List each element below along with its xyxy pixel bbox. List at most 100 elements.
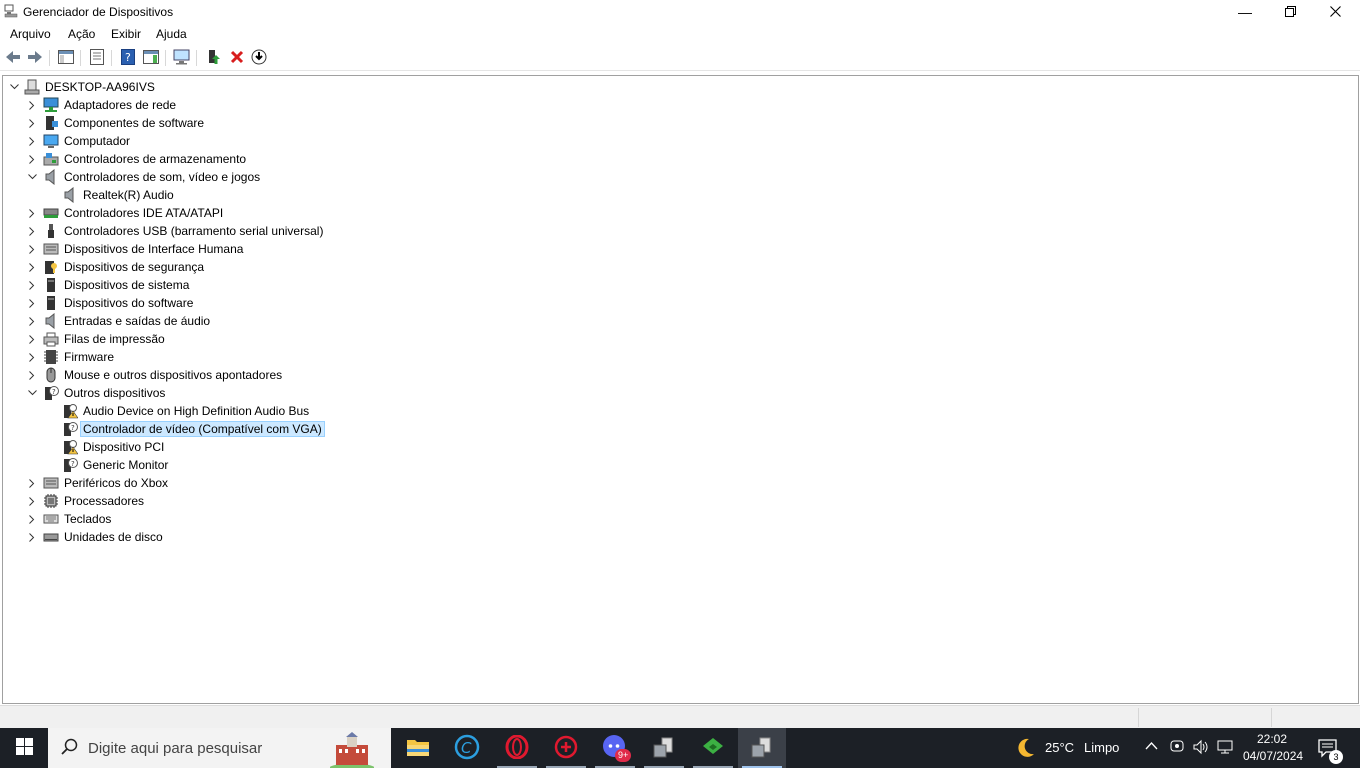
tree-row-label: Unidades de disco (64, 530, 163, 544)
tree-category-row[interactable]: Componentes de software (3, 114, 1003, 132)
show-hide-console-tree-button[interactable] (57, 49, 75, 67)
chevron-right-icon[interactable] (25, 475, 39, 491)
update-driver-button[interactable] (205, 49, 223, 67)
weather-text[interactable]: Limpo (1084, 740, 1119, 755)
tree-row-label: Firmware (64, 350, 114, 364)
chevron-right-icon[interactable] (25, 529, 39, 545)
update-driver-icon (207, 49, 221, 68)
tree-category-row[interactable]: Dispositivos de segurança (3, 258, 1003, 276)
taskbar-green-app[interactable] (689, 728, 737, 768)
start-button[interactable] (0, 728, 48, 768)
chevron-right-icon[interactable] (25, 277, 39, 293)
tree-row-label: Controladores USB (barramento serial uni… (64, 224, 324, 238)
hid-device-icon (43, 241, 59, 257)
taskbar-search[interactable]: Digite aqui para pesquisar (48, 728, 391, 771)
chevron-right-icon[interactable] (25, 349, 39, 365)
status-bar (0, 705, 1360, 729)
back-button[interactable] (4, 49, 22, 67)
device-tree[interactable]: DESKTOP-AA96IVS Adaptadores de rede Compo… (2, 75, 1359, 704)
unknown-device-icon: ? (43, 385, 59, 401)
tree-category-row[interactable]: Filas de impressão (3, 330, 1003, 348)
tree-root[interactable]: DESKTOP-AA96IVS (3, 78, 1003, 96)
tree-category-row[interactable]: Controladores IDE ATA/ATAPI (3, 204, 1003, 222)
restore-button[interactable] (1267, 0, 1313, 24)
clock-time[interactable]: 22:02 (1257, 732, 1287, 746)
tree-row-label: Periféricos do Xbox (64, 476, 169, 490)
menu-acao[interactable]: Ação (68, 27, 95, 41)
properties-button[interactable] (88, 48, 106, 67)
tree-device-row[interactable]: Audio Device on High Definition Audio Bu… (3, 402, 1003, 420)
taskbar-file-explorer[interactable] (394, 728, 442, 768)
chevron-right-icon[interactable] (25, 97, 39, 113)
chevron-right-icon[interactable] (25, 367, 39, 383)
windows-logo-icon (15, 738, 33, 758)
security-device-icon (43, 259, 59, 275)
scan-hardware-button[interactable] (173, 49, 191, 67)
tree-device-row[interactable]: ? Generic Monitor (3, 456, 1003, 474)
taskbar-ccleaner[interactable]: C (443, 728, 491, 768)
menu-ajuda[interactable]: Ajuda (156, 27, 187, 41)
tree-category-row[interactable]: Controladores de som, vídeo e jogos (3, 168, 1003, 186)
speaker-icon[interactable] (1193, 739, 1209, 758)
tree-category-row[interactable]: Unidades de disco (3, 528, 1003, 546)
keyboard-icon (43, 511, 59, 527)
chevron-up-icon[interactable] (1145, 740, 1158, 754)
tree-category-row[interactable]: Firmware (3, 348, 1003, 366)
forward-button[interactable] (26, 49, 44, 67)
device-manager-icon (750, 736, 774, 761)
clock-date[interactable]: 04/07/2024 (1243, 749, 1303, 763)
action-pane-button[interactable] (142, 49, 160, 67)
tree-device-row[interactable]: Dispositivo PCI (3, 438, 1003, 456)
chevron-right-icon[interactable] (25, 133, 39, 149)
menu-exibir[interactable]: Exibir (111, 27, 141, 41)
enable-device-button[interactable] (250, 49, 268, 67)
tree-category-row[interactable]: Dispositivos de sistema (3, 276, 1003, 294)
uninstall-device-button[interactable] (228, 49, 246, 67)
warning-device-icon (62, 403, 79, 419)
chevron-down-icon[interactable] (25, 385, 39, 401)
menu-arquivo[interactable]: Arquivo (10, 27, 51, 41)
tree-category-row[interactable]: Entradas e saídas de áudio (3, 312, 1003, 330)
chevron-right-icon[interactable] (25, 331, 39, 347)
opera-icon (505, 734, 529, 762)
meet-now-icon[interactable] (1170, 739, 1184, 758)
taskbar-device-manager-active[interactable] (738, 728, 786, 768)
tree-category-row[interactable]: Processadores (3, 492, 1003, 510)
chevron-right-icon[interactable] (25, 223, 39, 239)
minimize-button[interactable]: — (1222, 0, 1268, 24)
chevron-right-icon[interactable] (25, 151, 39, 167)
tree-category-row[interactable]: ? Outros dispositivos (3, 384, 1003, 402)
tree-category-row[interactable]: Teclados (3, 510, 1003, 528)
tree-category-row[interactable]: Adaptadores de rede (3, 96, 1003, 114)
network-icon[interactable] (1217, 739, 1233, 758)
chevron-right-icon[interactable] (25, 493, 39, 509)
tree-category-row[interactable]: Controladores de armazenamento (3, 150, 1003, 168)
chevron-down-icon[interactable] (7, 79, 21, 95)
tree-category-row[interactable]: Mouse e outros dispositivos apontadores (3, 366, 1003, 384)
tree-category-row[interactable]: Periféricos do Xbox (3, 474, 1003, 492)
tree-device-row[interactable]: ? Controlador de vídeo (Compatível com VG… (3, 420, 1003, 438)
taskbar-opera[interactable] (493, 728, 541, 768)
tree-device-row[interactable]: Realtek(R) Audio (3, 186, 1003, 204)
tree-category-row[interactable]: Computador (3, 132, 1003, 150)
tree-category-row[interactable]: Dispositivos de Interface Humana (3, 240, 1003, 258)
chevron-right-icon[interactable] (25, 115, 39, 131)
tree-category-row[interactable]: Dispositivos do software (3, 294, 1003, 312)
taskbar-game-app[interactable] (542, 728, 590, 768)
taskbar-device-manager-1[interactable] (640, 728, 688, 768)
chevron-right-icon[interactable] (25, 511, 39, 527)
chevron-down-icon[interactable] (25, 169, 39, 185)
chevron-right-icon[interactable] (25, 295, 39, 311)
taskbar-discord[interactable]: 9+ (591, 728, 639, 768)
action-pane-icon (143, 49, 159, 67)
close-button[interactable] (1312, 0, 1358, 24)
chevron-right-icon[interactable] (25, 205, 39, 221)
weather-temp[interactable]: 25°C (1045, 740, 1074, 755)
chevron-right-icon[interactable] (25, 313, 39, 329)
help-button[interactable]: ? (119, 48, 137, 67)
chevron-right-icon[interactable] (25, 259, 39, 275)
tree-row-label: Audio Device on High Definition Audio Bu… (83, 404, 310, 418)
tree-row-label: Generic Monitor (83, 458, 169, 472)
chevron-right-icon[interactable] (25, 241, 39, 257)
tree-category-row[interactable]: Controladores USB (barramento serial uni… (3, 222, 1003, 240)
